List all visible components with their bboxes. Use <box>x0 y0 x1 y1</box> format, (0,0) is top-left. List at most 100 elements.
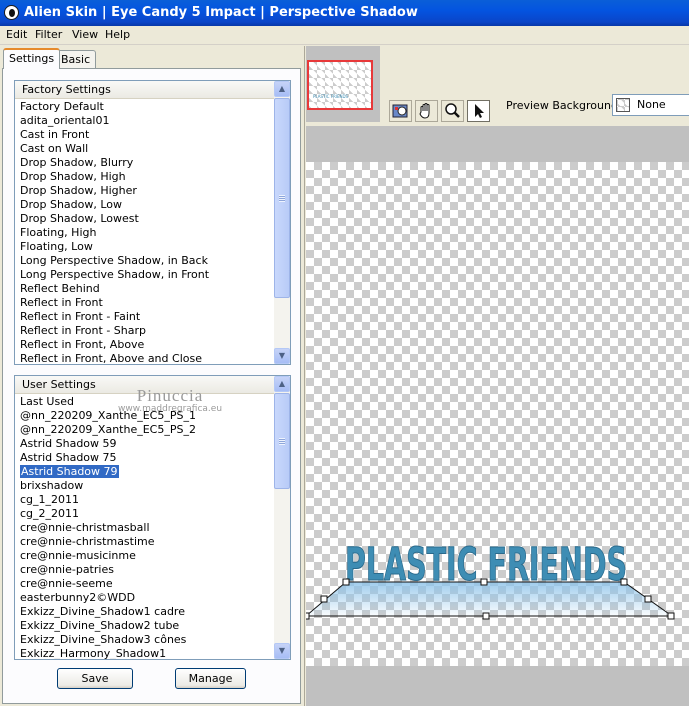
hand-zoom-icon[interactable] <box>389 100 412 122</box>
list-item-reflect-behind[interactable]: Reflect Behind <box>15 282 274 296</box>
handle[interactable] <box>306 612 310 620</box>
list-item-reflect-in-front-faint[interactable]: Reflect in Front - Faint <box>15 310 274 324</box>
list-item-cre-nnie-seeme[interactable]: cre@nnie-seeme <box>15 577 274 591</box>
list-item-cre-nnie-patries[interactable]: cre@nnie-patries <box>15 563 274 577</box>
list-item-floating-high[interactable]: Floating, High <box>15 226 274 240</box>
list-item-label: Astrid Shadow 59 <box>20 437 117 450</box>
scroll-down-icon[interactable]: ▼ <box>274 348 290 364</box>
manage-button[interactable]: Manage <box>175 668 246 689</box>
list-item-adita-oriental01[interactable]: adita_oriental01 <box>15 114 274 128</box>
window-title: Alien Skin | Eye Candy 5 Impact | Perspe… <box>24 5 418 20</box>
list-item-drop-shadow-lowest[interactable]: Drop Shadow, Lowest <box>15 212 274 226</box>
list-item-label: Long Perspective Shadow, in Back <box>20 254 208 267</box>
title-bar: Alien Skin | Eye Candy 5 Impact | Perspe… <box>0 0 689 26</box>
list-item-cg-1-2011[interactable]: cg_1_2011 <box>15 493 274 507</box>
menu-view[interactable]: View <box>70 28 100 41</box>
list-item-cast-on-wall[interactable]: Cast on Wall <box>15 142 274 156</box>
user-settings-list[interactable]: User Settings Last Used @nn_220209_Xanthe… <box>14 375 291 660</box>
save-button[interactable]: Save <box>57 668 133 689</box>
list-item-drop-shadow-blurry[interactable]: Drop Shadow, Blurry <box>15 156 274 170</box>
list-item-label: Cast in Front <box>20 128 90 141</box>
list-item-label: cre@nnie-musicinme <box>20 549 136 562</box>
preview-artwork: PLASTIC FRIENDS <box>306 538 675 620</box>
list-item-drop-shadow-high[interactable]: Drop Shadow, High <box>15 170 274 184</box>
handle[interactable] <box>320 595 328 603</box>
list-item-label: Reflect in Front, Above and Close <box>20 352 202 364</box>
list-item-label: Exkizz_Divine_Shadow3 cônes <box>20 633 187 646</box>
canvas-area: PLASTIC FRIENDS <box>306 126 689 706</box>
list-item-exkizz-divine-shadow1-cadre[interactable]: Exkizz_Divine_Shadow1 cadre <box>15 605 274 619</box>
list-item-label: Astrid Shadow 75 <box>20 451 117 464</box>
navigator-thumbnail[interactable]: PLASTIC FRIENDS <box>307 60 373 110</box>
navigator: PLASTIC FRIENDS <box>306 46 380 122</box>
list-item-reflect-in-front-above-and-close[interactable]: Reflect in Front, Above and Close <box>15 352 274 364</box>
scrollbar-thumb[interactable] <box>274 393 290 489</box>
list-item-drop-shadow-low[interactable]: Drop Shadow, Low <box>15 198 274 212</box>
list-item-astrid-shadow-79[interactable]: Astrid Shadow 79 <box>15 465 274 479</box>
list-item-exkizz-divine-shadow3-c-nes[interactable]: Exkizz_Divine_Shadow3 cônes <box>15 633 274 647</box>
list-item-label: Exkizz_Harmony_Shadow1 <box>20 647 167 659</box>
tab-settings[interactable]: Settings <box>3 48 61 69</box>
list-item-cre-nnie-musicinme[interactable]: cre@nnie-musicinme <box>15 549 274 563</box>
list-item-brixshadow[interactable]: brixshadow <box>15 479 274 493</box>
list-item-long-perspective-shadow-in-back[interactable]: Long Perspective Shadow, in Back <box>15 254 274 268</box>
factory-scrollbar[interactable]: ▲ ▼ <box>274 81 290 364</box>
thumbnail-text: PLASTIC FRIENDS <box>313 94 349 99</box>
list-item-reflect-in-front-sharp[interactable]: Reflect in Front - Sharp <box>15 324 274 338</box>
list-item-label: cre@nnie-christmasball <box>20 521 150 534</box>
scroll-up-icon[interactable]: ▲ <box>274 81 290 97</box>
handle[interactable] <box>620 578 628 586</box>
scroll-up-icon[interactable]: ▲ <box>274 376 290 392</box>
list-item-label: adita_oriental01 <box>20 114 110 127</box>
list-item-label: Floating, High <box>20 226 97 239</box>
handle[interactable] <box>667 612 675 620</box>
list-item-label: Floating, Low <box>20 240 93 253</box>
menu-edit[interactable]: Edit <box>4 28 29 41</box>
list-item-label: Astrid Shadow 79 <box>20 465 119 478</box>
list-item-reflect-in-front[interactable]: Reflect in Front <box>15 296 274 310</box>
list-item-astrid-shadow-59[interactable]: Astrid Shadow 59 <box>15 437 274 451</box>
list-item-exkizz-divine-shadow2-tube[interactable]: Exkizz_Divine_Shadow2 tube <box>15 619 274 633</box>
list-item-factory-default[interactable]: Factory Default <box>15 100 274 114</box>
transparency-swatch-icon <box>616 98 630 112</box>
list-item-easterbunny2-wdd[interactable]: easterbunny2©WDD <box>15 591 274 605</box>
settings-pane: Settings Basic Factory Settings Factory … <box>0 46 305 706</box>
handle[interactable] <box>482 612 490 620</box>
list-item-cre-nnie-christmasball[interactable]: cre@nnie-christmasball <box>15 521 274 535</box>
user-settings-header: User Settings <box>15 376 274 394</box>
list-item-nn-220209-xanthe-ec5-ps-1[interactable]: @nn_220209_Xanthe_EC5_PS_1 <box>15 409 274 423</box>
factory-settings-list[interactable]: Factory Settings Factory Default adita_or… <box>14 80 291 365</box>
menu-filter[interactable]: Filter <box>33 28 64 41</box>
preview-background-label: Preview Background: <box>506 99 622 112</box>
magnifier-icon[interactable] <box>441 100 464 122</box>
list-item-astrid-shadow-75[interactable]: Astrid Shadow 75 <box>15 451 274 465</box>
preview-canvas[interactable]: PLASTIC FRIENDS <box>306 162 689 666</box>
list-item-last-used[interactable]: Last Used <box>15 395 274 409</box>
list-item-cast-in-front[interactable]: Cast in Front <box>15 128 274 142</box>
menu-bar: Edit Filter View Help <box>0 26 689 45</box>
scrollbar-thumb[interactable] <box>274 98 290 298</box>
preview-background-dropdown[interactable]: None <box>612 94 689 116</box>
handle[interactable] <box>480 578 488 586</box>
arrow-pointer-icon[interactable] <box>467 100 490 122</box>
menu-help[interactable]: Help <box>103 28 132 41</box>
handle[interactable] <box>342 578 350 586</box>
list-item-label: Long Perspective Shadow, in Front <box>20 268 210 281</box>
list-item-floating-low[interactable]: Floating, Low <box>15 240 274 254</box>
list-item-exkizz-harmony-shadow1[interactable]: Exkizz_Harmony_Shadow1 <box>15 647 274 659</box>
list-item-nn-220209-xanthe-ec5-ps-2[interactable]: @nn_220209_Xanthe_EC5_PS_2 <box>15 423 274 437</box>
list-item-label: Drop Shadow, Low <box>20 198 123 211</box>
handle[interactable] <box>644 595 652 603</box>
list-item-long-perspective-shadow-in-front[interactable]: Long Perspective Shadow, in Front <box>15 268 274 282</box>
list-item-drop-shadow-higher[interactable]: Drop Shadow, Higher <box>15 184 274 198</box>
list-item-label: Drop Shadow, Higher <box>20 184 137 197</box>
list-item-cg-2-2011[interactable]: cg_2_2011 <box>15 507 274 521</box>
hand-pan-icon[interactable] <box>415 100 438 122</box>
list-item-label: Reflect in Front, Above <box>20 338 145 351</box>
scroll-down-icon[interactable]: ▼ <box>274 643 290 659</box>
list-item-label: Drop Shadow, Blurry <box>20 156 134 169</box>
list-item-cre-nnie-christmastime[interactable]: cre@nnie-christmastime <box>15 535 274 549</box>
list-item-reflect-in-front-above[interactable]: Reflect in Front, Above <box>15 338 274 352</box>
user-scrollbar[interactable]: ▲ ▼ <box>274 376 290 659</box>
tab-basic[interactable]: Basic <box>55 50 97 69</box>
